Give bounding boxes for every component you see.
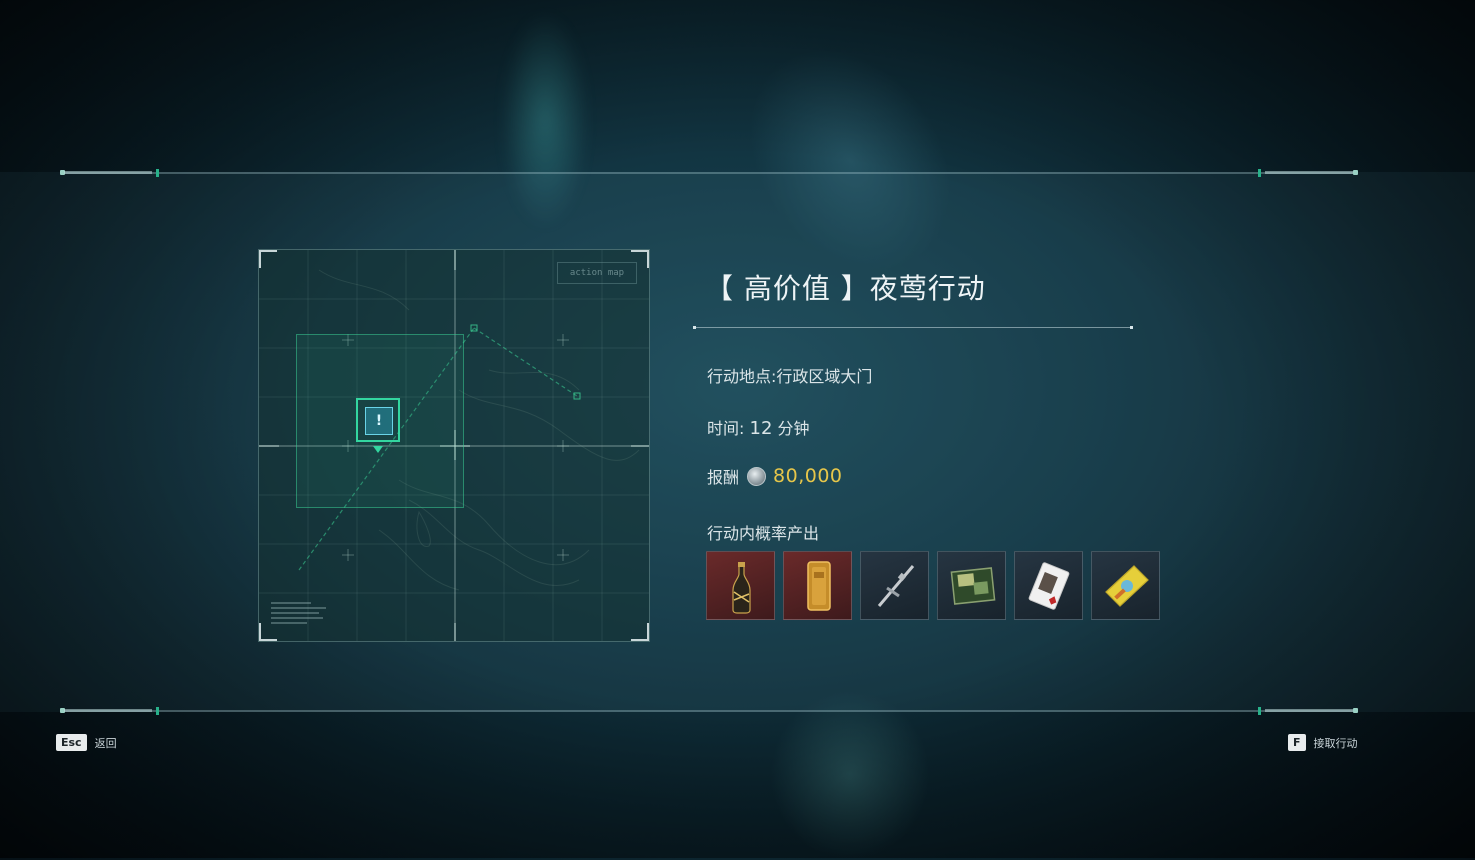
mission-reward: 报酬 80,000 (707, 464, 843, 488)
rifle-icon[interactable] (860, 551, 929, 620)
f-key[interactable]: F (1288, 734, 1306, 751)
title-divider (693, 326, 1133, 329)
accept-label: 接取行动 (1313, 736, 1358, 750)
time-label: 时间: (707, 419, 745, 438)
drop-items (706, 551, 1160, 620)
currency-coin-icon (747, 466, 767, 486)
gold-bar-icon[interactable] (783, 551, 852, 620)
mission-location: 行动地点:行政区域大门 (707, 363, 872, 387)
mission-title: 【 高价值 】夜莺行动 (705, 272, 986, 305)
mission-marker-icon[interactable]: ! (356, 398, 400, 453)
map-tag: action map (557, 262, 637, 284)
corner-bracket (259, 623, 277, 641)
corner-bracket (259, 250, 277, 268)
photo-album-icon[interactable] (937, 551, 1006, 620)
corner-bracket (631, 623, 649, 641)
reward-value: 80,000 (773, 465, 843, 487)
esc-key[interactable]: Esc (56, 734, 87, 751)
back-label: 返回 (94, 736, 117, 750)
snack-bag-icon[interactable] (1091, 551, 1160, 620)
time-value: 12 (749, 418, 773, 439)
reward-label: 报酬 (707, 468, 740, 487)
location-value: 行政区域大门 (776, 367, 873, 386)
champagne-bottle-icon[interactable] (706, 551, 775, 620)
time-unit: 分钟 (777, 419, 810, 438)
drops-label: 行动内概率产出 (707, 524, 820, 543)
location-label: 行动地点: (707, 367, 777, 386)
corner-bracket (631, 250, 649, 268)
accept-mission-hint[interactable]: F 接取行动 (1288, 734, 1358, 751)
mission-time: 时间: 12 分钟 (707, 415, 810, 439)
mission-map[interactable]: action map ! (258, 249, 650, 642)
top-divider (60, 169, 1358, 177)
bottom-divider (60, 707, 1358, 715)
playing-card-icon[interactable] (1014, 551, 1083, 620)
back-hint[interactable]: Esc 返回 (56, 734, 117, 751)
